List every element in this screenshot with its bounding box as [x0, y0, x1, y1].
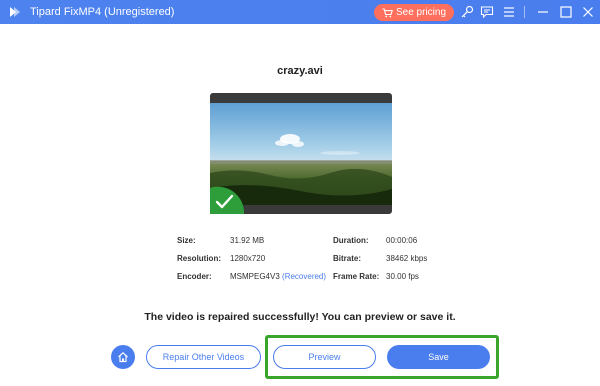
see-pricing-label: See pricing [395, 7, 447, 18]
size-value: 31.92 MB [230, 236, 265, 245]
home-icon [118, 351, 128, 363]
feedback-icon[interactable] [480, 5, 494, 19]
title-bar: Tipard FixMP4 (Unregistered) See pricing [0, 0, 600, 24]
bitrate-label: Bitrate: [333, 254, 362, 263]
home-button[interactable] [111, 345, 135, 369]
encoder-name: MSMPEG4V3 [230, 272, 280, 281]
repaired-check-icon [210, 186, 244, 214]
resolution-value: 1280x720 [230, 254, 266, 263]
frame-rate-label: Frame Rate: [333, 272, 380, 281]
minimize-icon[interactable] [536, 5, 550, 19]
preview-button[interactable]: Preview [273, 345, 376, 369]
cart-icon [382, 7, 393, 17]
duration-value: 00:00:06 [386, 236, 418, 245]
encoder-recovered-status: (Recovered) [282, 272, 327, 281]
encoder-value: MSMPEG4V3 (Recovered) [230, 272, 326, 281]
window-title: Tipard FixMP4 (Unregistered) [30, 6, 175, 18]
duration-label: Duration: [333, 236, 369, 245]
key-icon[interactable] [460, 5, 474, 19]
app-logo-icon [10, 7, 20, 17]
file-name: crazy.avi [277, 65, 323, 77]
save-button[interactable]: Save [387, 345, 490, 369]
title-bar-divider [524, 6, 525, 18]
maximize-icon[interactable] [559, 5, 573, 19]
close-icon[interactable] [581, 5, 595, 19]
frame-rate-value: 30.00 fps [386, 272, 419, 281]
success-message: The video is repaired successfully! You … [144, 311, 456, 323]
bitrate-value: 38462 kbps [386, 254, 428, 263]
see-pricing-button[interactable]: See pricing [374, 4, 454, 21]
resolution-label: Resolution: [177, 254, 221, 263]
encoder-label: Encoder: [177, 272, 212, 281]
menu-icon[interactable] [502, 5, 516, 19]
repair-other-videos-button[interactable]: Repair Other Videos [146, 345, 261, 369]
size-label: Size: [177, 236, 196, 245]
